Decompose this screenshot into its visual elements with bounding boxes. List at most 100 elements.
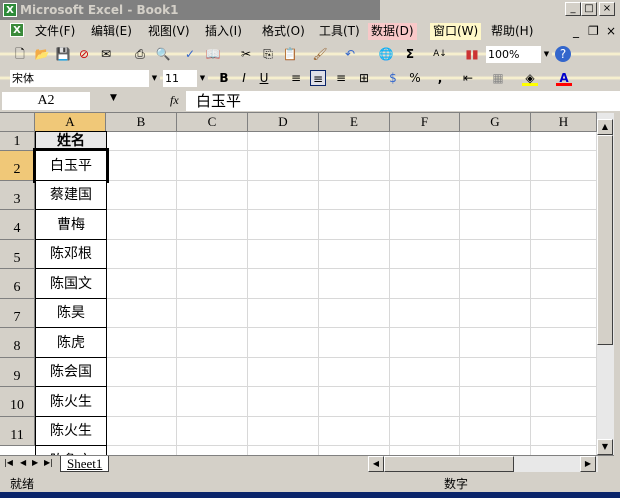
name-cell[interactable]: 陈会国 (35, 357, 107, 387)
font-select[interactable]: 宋体 ▼ (10, 70, 160, 87)
borders-icon[interactable]: ▦ (490, 70, 506, 86)
hscroll-thumb[interactable] (384, 456, 514, 472)
menu-window[interactable]: 窗口(W) (430, 23, 482, 40)
save-icon[interactable]: 💾 (55, 46, 71, 62)
row-header-6[interactable]: 6 (0, 269, 35, 299)
new-icon[interactable]: 🗋 (12, 46, 28, 62)
scroll-down-button[interactable]: ▼ (597, 439, 613, 455)
name-cell[interactable]: 蔡建国 (35, 180, 107, 210)
name-cell[interactable]: 陈火生 (35, 416, 107, 446)
bold-button[interactable]: B (216, 70, 232, 86)
scroll-left-button[interactable]: ◀ (368, 456, 384, 472)
name-cell[interactable]: 陈国文 (35, 268, 107, 299)
align-right-icon[interactable]: ≡ (333, 70, 349, 86)
font-size-select[interactable]: 11 ▼ (163, 70, 208, 87)
column-header-d[interactable]: D (248, 113, 319, 132)
align-left-icon[interactable]: ≡ (288, 70, 304, 86)
permission-icon[interactable]: ⊘ (76, 46, 92, 62)
format-painter-icon[interactable]: 🖌 (312, 46, 328, 62)
row-header-7[interactable]: 7 (0, 299, 35, 328)
horizontal-scrollbar[interactable]: ◀ ▶ (368, 456, 598, 472)
name-box-dropdown-icon[interactable]: ▼ (110, 93, 117, 103)
next-sheet-button[interactable]: ▶ (32, 458, 38, 467)
column-header-c[interactable]: C (177, 113, 248, 132)
header-cell-name[interactable]: 姓名 (35, 131, 107, 151)
column-header-h[interactable]: H (531, 113, 597, 132)
prev-sheet-button[interactable]: ◀ (20, 458, 26, 467)
row-header-9[interactable]: 9 (0, 358, 35, 387)
row-header-3[interactable]: 3 (0, 181, 35, 210)
column-header-b[interactable]: B (106, 113, 177, 132)
row-header-1[interactable]: 1 (0, 132, 35, 151)
print-preview-icon[interactable]: 🔍 (155, 46, 171, 62)
column-header-g[interactable]: G (460, 113, 531, 132)
scroll-thumb[interactable] (597, 135, 613, 345)
name-cell[interactable]: 白玉平 (33, 148, 109, 183)
menu-view[interactable]: 视图(V) (145, 23, 193, 40)
maximize-button[interactable]: □ (581, 2, 597, 16)
percent-button[interactable]: % (407, 70, 423, 86)
minimize-button[interactable]: _ (565, 2, 581, 16)
name-cell[interactable]: 曹梅 (35, 209, 107, 240)
column-header-a[interactable]: A (35, 113, 106, 132)
first-sheet-button[interactable]: |◀ (4, 458, 13, 467)
doc-restore-button[interactable]: ❐ (585, 23, 602, 40)
zoom-select[interactable]: 100% ▼ (486, 46, 552, 63)
menu-insert[interactable]: 插入(I) (202, 23, 245, 40)
currency-icon[interactable]: $ (385, 70, 401, 86)
undo-icon[interactable]: ↶ (342, 46, 358, 62)
name-box[interactable]: A2 (2, 92, 90, 110)
scroll-right-button[interactable]: ▶ (580, 456, 596, 472)
underline-button[interactable]: U (256, 70, 272, 86)
column-header-f[interactable]: F (390, 113, 460, 132)
autosum-icon[interactable]: Σ (402, 46, 418, 62)
menu-tools[interactable]: 工具(T) (316, 23, 363, 40)
vertical-scrollbar[interactable]: ▲ ▼ (597, 113, 614, 455)
menu-edit[interactable]: 编辑(E) (88, 23, 135, 40)
insert-function-button[interactable]: fx (170, 93, 179, 108)
fill-color-icon[interactable]: ◈ (522, 70, 538, 86)
chart-wizard-icon[interactable]: ▮▮ (464, 46, 480, 62)
row-header-11[interactable]: 11 (0, 417, 35, 446)
row-header-2[interactable]: 2 (0, 151, 35, 181)
align-center-icon[interactable]: ≡ (310, 70, 326, 86)
menu-help[interactable]: 帮助(H) (488, 23, 536, 40)
indent-icon[interactable]: ⇤ (460, 70, 476, 86)
menu-format[interactable]: 格式(O) (259, 23, 308, 40)
menu-file[interactable]: 文件(F) (32, 23, 78, 40)
comma-button[interactable]: , (432, 70, 448, 86)
row-header-8[interactable]: 8 (0, 328, 35, 358)
name-cell[interactable]: 陈鲁文 (35, 445, 107, 455)
sort-ascending-icon[interactable]: A↓ (432, 46, 448, 62)
hyperlink-icon[interactable]: 🌐 (378, 46, 394, 62)
cut-icon[interactable]: ✂ (238, 46, 254, 62)
email-icon[interactable]: ✉ (98, 46, 114, 62)
close-button[interactable]: × (599, 2, 615, 16)
sheet-tab-sheet1[interactable]: Sheet1 (60, 456, 110, 472)
italic-button[interactable]: I (236, 70, 252, 86)
name-cell[interactable]: 陈昊 (35, 298, 107, 328)
row-header-4[interactable]: 4 (0, 210, 35, 240)
column-header-e[interactable]: E (319, 113, 390, 132)
row-header-5[interactable]: 5 (0, 240, 35, 269)
paste-icon[interactable]: 📋 (282, 46, 298, 62)
merge-center-icon[interactable]: ⊞ (356, 70, 372, 86)
name-cell[interactable]: 陈邓根 (35, 239, 107, 269)
print-icon[interactable]: ⎙ (132, 46, 148, 62)
name-cell[interactable]: 陈虎 (35, 327, 107, 358)
formula-input[interactable]: 白玉平 (186, 91, 620, 111)
workbook-icon[interactable]: X (10, 23, 24, 37)
row-header-10[interactable]: 10 (0, 387, 35, 417)
menu-data[interactable]: 数据(D) (368, 23, 417, 40)
doc-close-button[interactable]: × (603, 23, 619, 40)
select-all-corner[interactable] (0, 113, 35, 132)
doc-minimize-button[interactable]: _ (570, 23, 582, 40)
name-cell[interactable]: 陈火生 (35, 386, 107, 417)
copy-icon[interactable]: ⎘ (260, 46, 276, 62)
scroll-up-button[interactable]: ▲ (597, 119, 613, 135)
open-icon[interactable]: 📂 (34, 46, 50, 62)
worksheet-grid[interactable]: A B C D E F G H 1 2 3 4 5 6 7 8 9 10 11 姓名 白玉平 蔡建国 曹梅 陈邓根 陈国文 陈昊陈… (0, 112, 597, 455)
research-icon[interactable]: 📖 (205, 46, 221, 62)
spelling-icon[interactable]: ✓ (182, 46, 198, 62)
help-icon[interactable]: ? (555, 46, 571, 62)
